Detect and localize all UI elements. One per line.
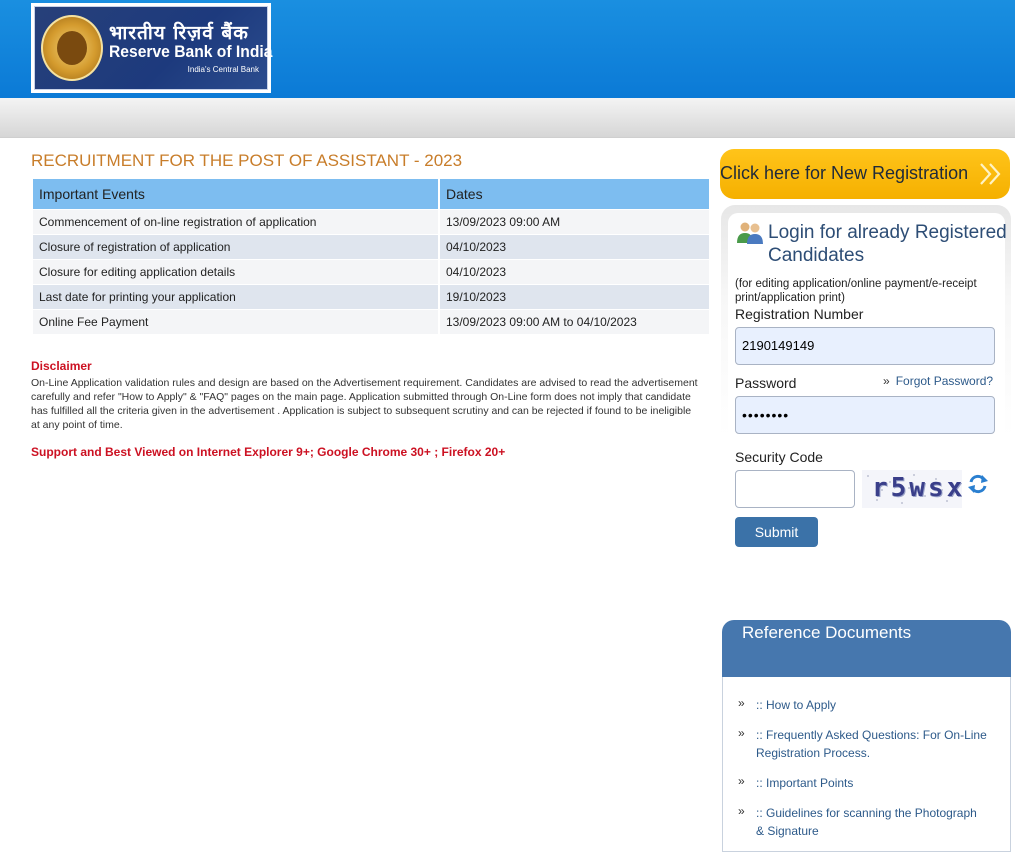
- event-cell: Closure for editing application details: [33, 260, 438, 284]
- double-chevron-right-icon: »: [738, 804, 745, 818]
- date-cell: 04/10/2023: [440, 260, 709, 284]
- captcha-image: r5wsx: [862, 470, 962, 508]
- reference-documents-header: Reference Documents: [722, 620, 1011, 677]
- important-events-table: Important Events Dates Commencement of o…: [31, 178, 711, 335]
- reference-link-how-to-apply[interactable]: » :: How to Apply: [738, 696, 988, 714]
- double-chevron-right-icon: »: [738, 696, 745, 710]
- double-chevron-right-icon: [980, 163, 1001, 185]
- date-cell: 04/10/2023: [440, 235, 709, 259]
- event-cell: Last date for printing your application: [33, 285, 438, 309]
- event-cell: Closure of registration of application: [33, 235, 438, 259]
- forgot-password-link[interactable]: » Forgot Password?: [883, 374, 993, 388]
- security-code-label: Security Code: [735, 449, 823, 465]
- page-title: RECRUITMENT FOR THE POST OF ASSISTANT - …: [31, 151, 463, 170]
- date-cell: 19/10/2023: [440, 285, 709, 309]
- reference-link-label: :: How to Apply: [756, 698, 837, 712]
- table-header-row: Important Events Dates: [33, 179, 709, 209]
- reference-link-faq[interactable]: » :: Frequently Asked Questions: For On-…: [738, 726, 988, 762]
- refresh-icon[interactable]: [967, 473, 989, 495]
- disclaimer-text: On-Line Application validation rules and…: [31, 377, 698, 431]
- disclaimer-heading: Disclaimer: [31, 359, 92, 373]
- table-header-events: Important Events: [33, 179, 438, 209]
- reference-documents-title: Reference Documents: [742, 623, 912, 642]
- reference-link-label: :: Guidelines for scanning the Photograp…: [756, 806, 977, 838]
- site-header: भारतीय रिज़र्व बैंक Reserve Bank of Indi…: [0, 0, 1015, 98]
- logo-tagline: India's Central Bank: [187, 65, 259, 74]
- password-label: Password: [735, 375, 797, 391]
- reference-link-label: :: Frequently Asked Questions: For On-Li…: [756, 728, 987, 760]
- new-registration-button[interactable]: Click here for New Registration: [720, 149, 1010, 199]
- table-row: Online Fee Payment 13/09/2023 09:00 AM t…: [33, 310, 709, 334]
- password-input[interactable]: ••••••••: [735, 396, 995, 434]
- reference-link-label: :: Important Points: [756, 776, 854, 790]
- forgot-password-label: Forgot Password?: [895, 374, 994, 388]
- double-chevron-right-icon: »: [738, 774, 745, 788]
- new-registration-label: Click here for New Registration: [720, 163, 969, 183]
- date-cell: 13/09/2023 09:00 AM to 04/10/2023: [440, 310, 709, 334]
- table-row: Closure for editing application details …: [33, 260, 709, 284]
- nav-bar: [0, 98, 1015, 138]
- users-icon: [737, 222, 763, 244]
- double-chevron-right-icon: »: [738, 726, 745, 740]
- table-row: Closure of registration of application 0…: [33, 235, 709, 259]
- reference-link-important-points[interactable]: » :: Important Points: [738, 774, 988, 792]
- reference-link-scanning-guidelines[interactable]: » :: Guidelines for scanning the Photogr…: [738, 804, 988, 840]
- date-cell: 13/09/2023 09:00 AM: [440, 210, 709, 234]
- captcha-text: r5wsx: [872, 473, 962, 503]
- logo-english-text: Reserve Bank of India: [109, 42, 273, 61]
- browser-support-notice: Support and Best Viewed on Internet Expl…: [31, 445, 506, 459]
- registration-number-input[interactable]: 2190149149: [735, 327, 995, 365]
- login-note: (for editing application/online payment/…: [735, 278, 977, 304]
- event-cell: Online Fee Payment: [33, 310, 438, 334]
- event-cell: Commencement of on-line registration of …: [33, 210, 438, 234]
- rbi-logo[interactable]: भारतीय रिज़र्व बैंक Reserve Bank of Indi…: [31, 3, 272, 93]
- table-row: Last date for printing your application …: [33, 285, 709, 309]
- table-row: Commencement of on-line registration of …: [33, 210, 709, 234]
- security-code-input[interactable]: [735, 470, 855, 508]
- table-header-dates: Dates: [440, 179, 709, 209]
- login-title: Login for already Registered Candidates: [768, 222, 1007, 266]
- rbi-seal-icon: [41, 15, 103, 81]
- logo-banner: भारतीय रिज़र्व बैंक Reserve Bank of Indi…: [34, 6, 272, 90]
- registration-number-label: Registration Number: [735, 306, 864, 322]
- double-chevron-right-icon: »: [883, 374, 890, 388]
- submit-button[interactable]: Submit: [735, 517, 818, 547]
